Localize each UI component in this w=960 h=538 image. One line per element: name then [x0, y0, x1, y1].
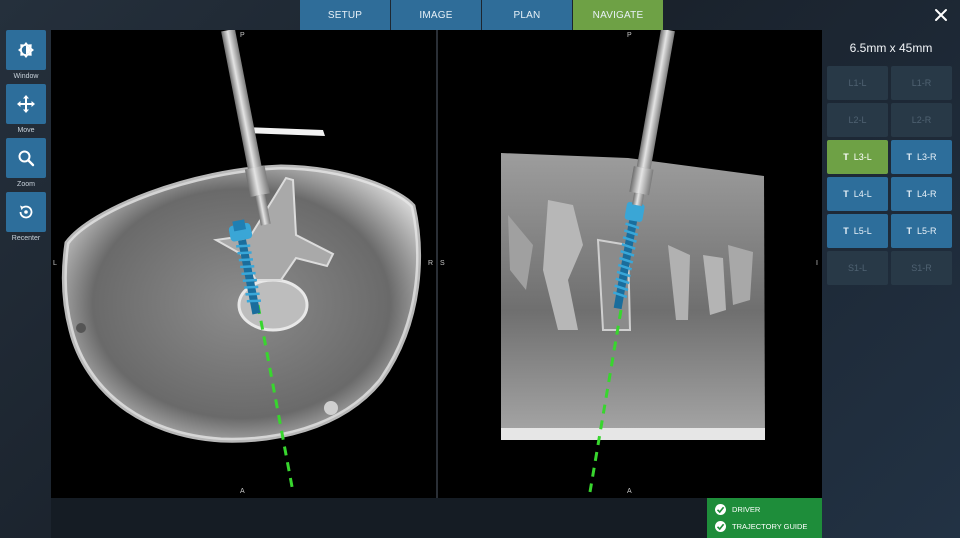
check-icon [715, 521, 726, 532]
screw-icon: T [906, 152, 912, 162]
zoom-label: Zoom [17, 181, 35, 188]
axial-ct-image [61, 30, 421, 493]
axial-left-label: L [53, 260, 57, 267]
close-icon[interactable] [932, 6, 950, 24]
level-label: L3-R [916, 152, 937, 162]
tab-navigate[interactable]: NAVIGATE [573, 0, 663, 30]
sagittal-view[interactable]: P A S I [438, 30, 822, 498]
level-button-l5-r[interactable]: T L5-R [891, 214, 952, 248]
level-button-l2-r[interactable]: L2-R [891, 103, 952, 137]
zoom-tool: Zoom [6, 138, 46, 188]
screw-icon: T [843, 152, 849, 162]
level-label: L1-R [911, 78, 932, 88]
left-toolbar: Window Move Zoom Recenter [0, 30, 51, 538]
level-button-l5-l[interactable]: T L5-L [827, 214, 888, 248]
recenter-icon [19, 205, 33, 219]
sagittal-ct-image [501, 30, 765, 493]
screw-icon: T [906, 189, 912, 199]
move-button[interactable] [6, 84, 46, 124]
bottom-strip [51, 498, 707, 538]
level-label: L4-L [853, 189, 872, 199]
workflow-tabs: SETUP IMAGE PLAN NAVIGATE [300, 0, 664, 30]
status-trajectory-guide: TRAJECTORY GUIDE [715, 518, 822, 535]
level-button-l3-l[interactable]: T L3-L [827, 140, 888, 174]
recenter-button[interactable] [6, 192, 46, 232]
axial-right-label: R [428, 260, 434, 267]
level-label: S1-L [847, 263, 867, 273]
screw-level-panel: 6.5mm x 45mm L1-L L1-R L2-L L2-R T L3-L … [822, 30, 960, 538]
tracking-status-panel: DRIVER TRAJECTORY GUIDE [707, 498, 822, 538]
level-label: S1-R [911, 263, 932, 273]
level-label: L2-R [911, 115, 932, 125]
level-label: L2-L [848, 115, 867, 125]
status-driver: DRIVER [715, 501, 822, 518]
sagittal-bottom-label: A [627, 488, 632, 495]
move-arrows-icon [17, 95, 35, 113]
move-label: Move [17, 127, 35, 134]
check-icon [715, 504, 726, 515]
level-label: L5-L [853, 226, 872, 236]
sagittal-left-label: S [440, 260, 445, 267]
screw-icon: T [906, 226, 912, 236]
recenter-label: Recenter [11, 235, 41, 242]
window-label: Window [13, 73, 39, 80]
screw-icon: T [843, 226, 849, 236]
level-button-l4-r[interactable]: T L4-R [891, 177, 952, 211]
level-button-l4-l[interactable]: T L4-L [827, 177, 888, 211]
image-viewports: P A L R P A S I [51, 30, 822, 498]
magnifier-icon [18, 150, 35, 167]
level-label: L5-R [916, 226, 937, 236]
screw-size-label: 6.5mm x 45mm [849, 41, 933, 55]
level-label: L1-L [848, 78, 867, 88]
tab-image[interactable]: IMAGE [391, 0, 481, 30]
contrast-icon [18, 42, 34, 58]
level-button-l2-l[interactable]: L2-L [827, 103, 888, 137]
navigation-app: SETUP IMAGE PLAN NAVIGATE Window Move Zo… [0, 0, 960, 538]
window-button[interactable] [6, 30, 46, 70]
level-label: L4-R [916, 189, 937, 199]
axial-view[interactable]: P A L R [51, 30, 436, 498]
status-trajectory-label: TRAJECTORY GUIDE [732, 522, 808, 531]
screw-icon: T [843, 189, 849, 199]
recenter-tool: Recenter [6, 192, 46, 242]
move-tool: Move [6, 84, 46, 134]
level-button-s1-r[interactable]: S1-R [891, 251, 952, 285]
level-label: L3-L [853, 152, 872, 162]
status-driver-label: DRIVER [732, 505, 761, 514]
zoom-button[interactable] [6, 138, 46, 178]
sagittal-right-label: I [816, 260, 818, 267]
axial-top-label: P [240, 32, 245, 39]
level-button-l1-r[interactable]: L1-R [891, 66, 952, 100]
sagittal-top-label: P [627, 32, 632, 39]
tab-plan[interactable]: PLAN [482, 0, 572, 30]
level-button-s1-l[interactable]: S1-L [827, 251, 888, 285]
axial-bottom-label: A [240, 488, 245, 495]
window-tool: Window [6, 30, 46, 80]
tab-setup[interactable]: SETUP [300, 0, 390, 30]
level-button-l3-r[interactable]: T L3-R [891, 140, 952, 174]
level-button-l1-l[interactable]: L1-L [827, 66, 888, 100]
